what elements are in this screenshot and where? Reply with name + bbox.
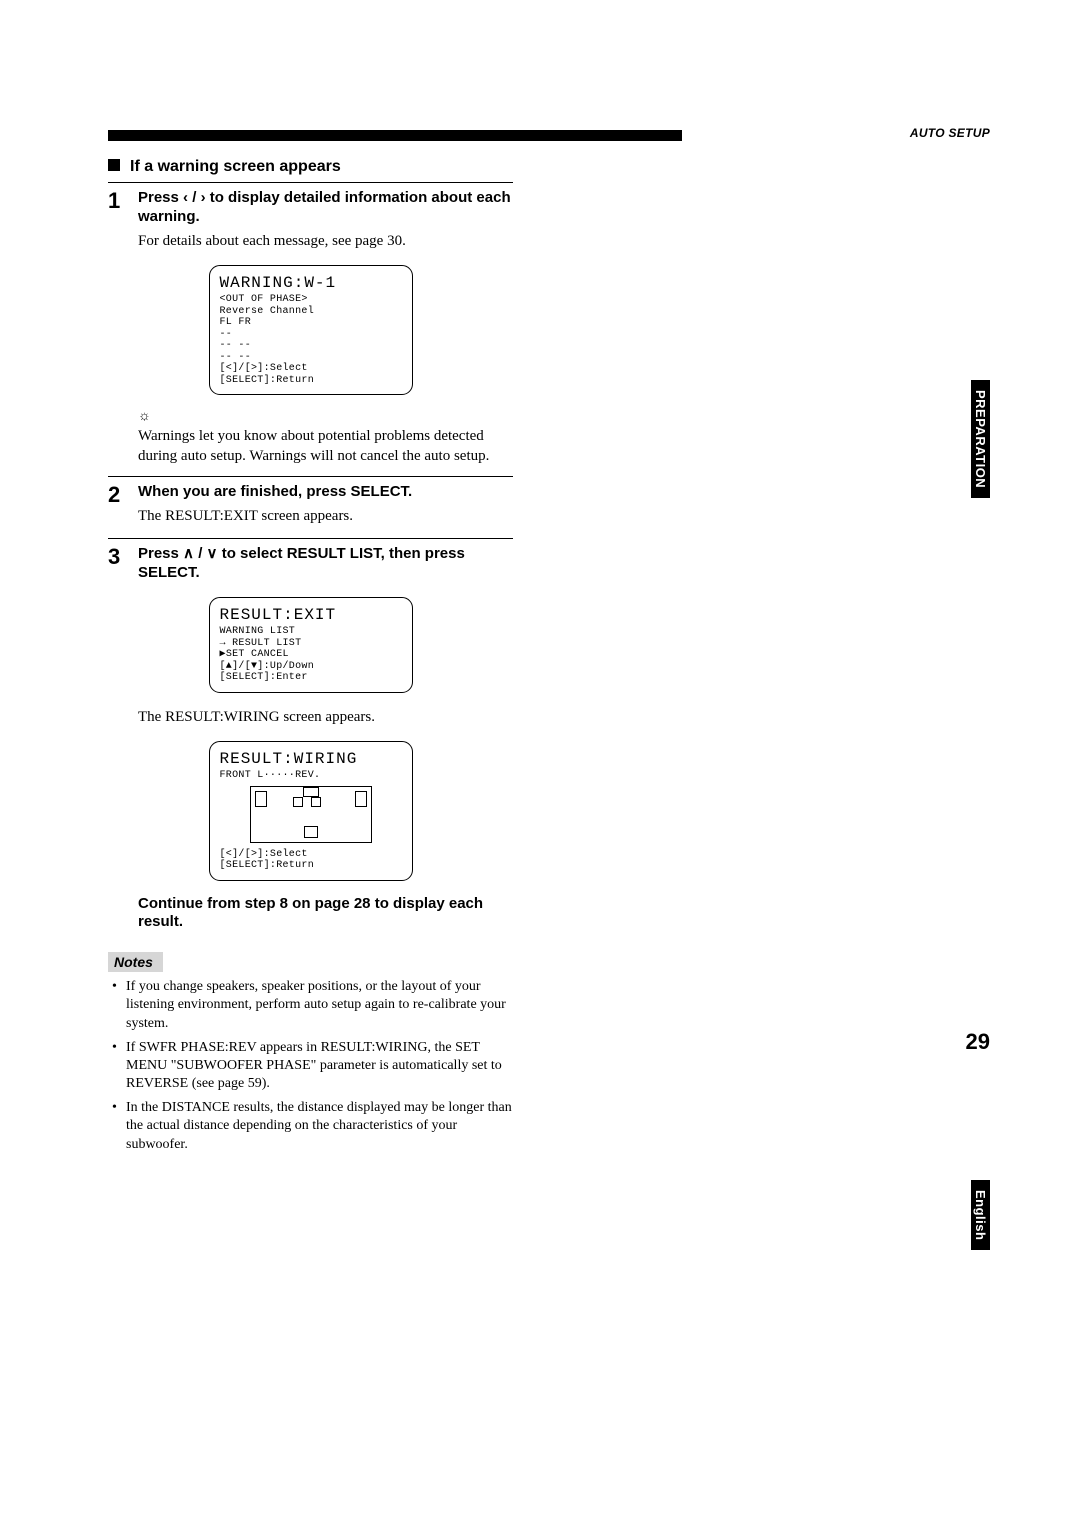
step-number: 1	[108, 189, 138, 251]
step-1: 1 Press ‹ / › to display detailed inform…	[108, 189, 513, 251]
divider	[108, 182, 513, 183]
osd-result-exit-screen: RESULT:EXIT WARNING LIST → RESULT LIST ▶…	[209, 597, 413, 693]
square-bullet-icon	[108, 159, 120, 171]
continue-text: Continue from step 8 on page 28 to displ…	[138, 895, 513, 933]
left-column: If a warning screen appears 1 Press ‹ / …	[108, 158, 513, 1154]
notes-list: If you change speakers, speaker position…	[108, 978, 513, 1154]
section-header-label: AUTO SETUP	[910, 126, 990, 140]
divider	[108, 476, 513, 477]
osd-title: WARNING:W-1	[220, 274, 402, 292]
down-arrow-icon: ∨	[207, 545, 218, 562]
osd-title: RESULT:EXIT	[220, 606, 402, 624]
osd-result-wiring-screen: RESULT:WIRING FRONT L·····REV. [<]/[>]:S…	[209, 741, 413, 881]
osd-warning-screen: WARNING:W-1 <OUT OF PHASE> Reverse Chann…	[209, 265, 413, 395]
up-arrow-icon: ∧	[183, 545, 194, 562]
speaker-layout-diagram	[250, 786, 372, 843]
step-number: 3	[108, 545, 138, 583]
black-rule	[108, 130, 682, 141]
section-title: If a warning screen appears	[108, 158, 513, 176]
step-number: 2	[108, 483, 138, 526]
note-item: In the DISTANCE results, the distance di…	[118, 1099, 513, 1154]
note-item: If you change speakers, speaker position…	[118, 978, 513, 1033]
tip-text: Warnings let you know about potential pr…	[138, 427, 513, 466]
side-tab-english: English	[971, 1180, 990, 1250]
header-bar: AUTO SETUP	[108, 130, 990, 146]
step-3: 3 Press ∧ / ∨ to select RESULT LIST, the…	[108, 545, 513, 583]
page: AUTO SETUP If a warning screen appears 1…	[0, 0, 1080, 1220]
left-arrow-icon: ‹	[183, 189, 188, 206]
page-number: 29	[966, 1029, 990, 1055]
step-heading: Press ‹ / › to display detailed informat…	[138, 189, 513, 227]
side-tab-preparation: PREPARATION	[971, 380, 990, 498]
notes-section: Notes If you change speakers, speaker po…	[108, 952, 513, 1154]
osd-title: RESULT:WIRING	[220, 750, 402, 768]
notes-heading: Notes	[108, 952, 163, 972]
step-heading: When you are finished, press SELECT.	[138, 483, 513, 502]
tip-icon: ☼	[138, 409, 513, 425]
note-item: If SWFR PHASE:REV appears in RESULT:WIRI…	[118, 1039, 513, 1094]
step-body-text: The RESULT:EXIT screen appears.	[138, 506, 513, 526]
section-title-text: If a warning screen appears	[130, 158, 341, 175]
step-2: 2 When you are finished, press SELECT. T…	[108, 483, 513, 526]
step-body-text: For details about each message, see page…	[138, 231, 513, 251]
divider	[108, 538, 513, 539]
step-body-text: The RESULT:WIRING screen appears.	[138, 707, 513, 727]
step-heading: Press ∧ / ∨ to select RESULT LIST, then …	[138, 545, 513, 583]
